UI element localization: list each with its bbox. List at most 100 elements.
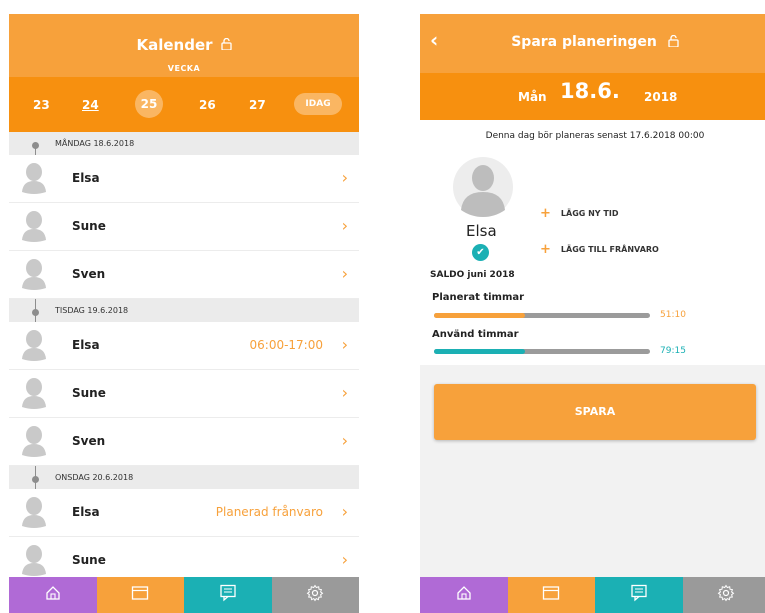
- day-name: Mån: [518, 90, 547, 104]
- person-name: Sune: [72, 219, 106, 233]
- page-title: Kalender: [9, 36, 359, 54]
- chevron-right-icon: ›: [341, 431, 348, 450]
- person-avatar-icon: [21, 425, 47, 457]
- chevron-right-icon: ›: [341, 264, 348, 283]
- person-row[interactable]: Elsa 06:00-17:00 ›: [9, 322, 359, 370]
- plus-icon: +: [540, 242, 551, 257]
- lock-icon: [220, 36, 232, 54]
- deadline-text: Denna dag bör planeras senast 17.6.2018 …: [485, 131, 705, 141]
- person-avatar-icon: [21, 496, 47, 528]
- day-header: ONSDAG 20.6.2018: [9, 466, 359, 489]
- check-icon: ✔: [472, 244, 489, 261]
- chat-icon: [219, 584, 237, 606]
- week-label: VECKA: [167, 64, 201, 73]
- nav-home[interactable]: [420, 577, 508, 613]
- person-avatar-icon: [21, 210, 47, 242]
- person-avatar-icon: [21, 329, 47, 361]
- add-time-button[interactable]: + LÄGG NY TID: [540, 206, 618, 221]
- person-status: Planerad frånvaro: [215, 505, 323, 519]
- used-hours-bar: [434, 349, 650, 354]
- used-hours-fill: [434, 349, 525, 354]
- day-label: MÅNDAG 18.6.2018: [55, 139, 135, 148]
- nav-settings[interactable]: [271, 577, 359, 613]
- day-year: 2018: [644, 90, 678, 104]
- week-26[interactable]: 26: [199, 98, 216, 112]
- calendar-screen: Kalender VECKA 23 24 25 26 27 IDAG MÅNDA…: [9, 14, 359, 613]
- planned-hours-fill: [434, 313, 525, 318]
- saldo-label: SALDO juni 2018: [430, 270, 515, 280]
- nav-messages[interactable]: [184, 577, 272, 613]
- day-header: TISDAG 19.6.2018: [9, 299, 359, 322]
- person-row[interactable]: Sune ›: [9, 370, 359, 418]
- day-date: 18.6.: [560, 79, 620, 103]
- nav-calendar[interactable]: [96, 577, 184, 613]
- person-avatar-icon: [21, 258, 47, 290]
- used-hours-label: Använd timmar: [432, 329, 519, 340]
- chat-icon: [630, 584, 648, 606]
- week-23[interactable]: 23: [33, 98, 50, 112]
- timeline-dot: [32, 142, 39, 149]
- person-name: Sven: [72, 267, 106, 281]
- gear-icon: [306, 584, 324, 606]
- home-icon: [456, 585, 472, 605]
- calendar-icon: [131, 585, 149, 605]
- calendar-header: Kalender VECKA: [9, 14, 359, 77]
- person-row[interactable]: Sven ›: [9, 418, 359, 466]
- person-avatar-icon: [21, 377, 47, 409]
- person-name: Sune: [72, 386, 106, 400]
- bottom-nav: [420, 577, 765, 613]
- day-label: TISDAG 19.6.2018: [55, 306, 129, 315]
- nav-messages[interactable]: [595, 577, 683, 613]
- planned-hours-bar: [434, 313, 650, 318]
- day-label: ONSDAG 20.6.2018: [55, 473, 134, 482]
- person-row[interactable]: Elsa ›: [9, 155, 359, 203]
- add-absence-button[interactable]: + LÄGG TILL FRÅNVARO: [540, 242, 659, 257]
- week-selector: 23 24 25 26 27 IDAG: [9, 77, 359, 132]
- home-icon: [45, 585, 61, 605]
- nav-calendar[interactable]: [507, 577, 595, 613]
- save-planning-header: ‹ Spara planeringen: [420, 14, 765, 73]
- avatar: [453, 156, 513, 218]
- page-title-text: Spara planeringen: [511, 34, 657, 50]
- chevron-right-icon: ›: [341, 168, 348, 187]
- add-absence-label: LÄGG TILL FRÅNVARO: [560, 245, 659, 254]
- save-button[interactable]: SPARA: [434, 384, 756, 440]
- day-header: MÅNDAG 18.6.2018: [9, 132, 359, 155]
- person-row[interactable]: Elsa Planerad frånvaro ›: [9, 489, 359, 537]
- plus-icon: +: [540, 206, 551, 221]
- chevron-right-icon: ›: [341, 502, 348, 521]
- lock-icon: [668, 34, 679, 51]
- person-card: Denna dag bör planeras senast 17.6.2018 …: [420, 120, 765, 285]
- gear-icon: [717, 584, 735, 606]
- timeline-dot: [32, 476, 39, 483]
- planned-hours-value: 51:10: [660, 310, 686, 320]
- person-name: Elsa: [466, 222, 497, 240]
- save-planning-screen: ‹ Spara planeringen Mån 18.6. 2018 Denna…: [420, 14, 765, 613]
- week-27[interactable]: 27: [249, 98, 266, 112]
- person-name: Sven: [72, 434, 106, 448]
- week-24[interactable]: 24: [82, 98, 99, 112]
- person-avatar-icon: [21, 162, 47, 194]
- person-status: 06:00-17:00: [249, 338, 324, 352]
- person-name: Elsa: [72, 338, 100, 352]
- today-button[interactable]: IDAG: [294, 93, 342, 115]
- person-row[interactable]: Sven ›: [9, 251, 359, 299]
- page-title: Spara planeringen: [420, 34, 765, 51]
- planned-hours-label: Planerat timmar: [432, 292, 525, 303]
- add-time-label: LÄGG NY TID: [560, 209, 619, 218]
- timeline-dot: [32, 309, 39, 316]
- calendar-icon: [542, 585, 560, 605]
- bottom-nav: [9, 577, 359, 613]
- nav-settings[interactable]: [682, 577, 765, 613]
- used-hours-value: 79:15: [660, 346, 686, 356]
- person-row[interactable]: Sune ›: [9, 203, 359, 251]
- week-25-current[interactable]: 25: [135, 90, 163, 118]
- hours-panel: Planerat timmar 51:10 Använd timmar 79:1…: [420, 285, 765, 365]
- nav-home[interactable]: [9, 577, 97, 613]
- chevron-right-icon: ›: [341, 335, 348, 354]
- person-name: Sune: [72, 553, 106, 567]
- chevron-right-icon: ›: [341, 383, 348, 402]
- chevron-right-icon: ›: [341, 550, 348, 569]
- chevron-right-icon: ›: [341, 216, 348, 235]
- person-avatar-icon: [21, 544, 47, 576]
